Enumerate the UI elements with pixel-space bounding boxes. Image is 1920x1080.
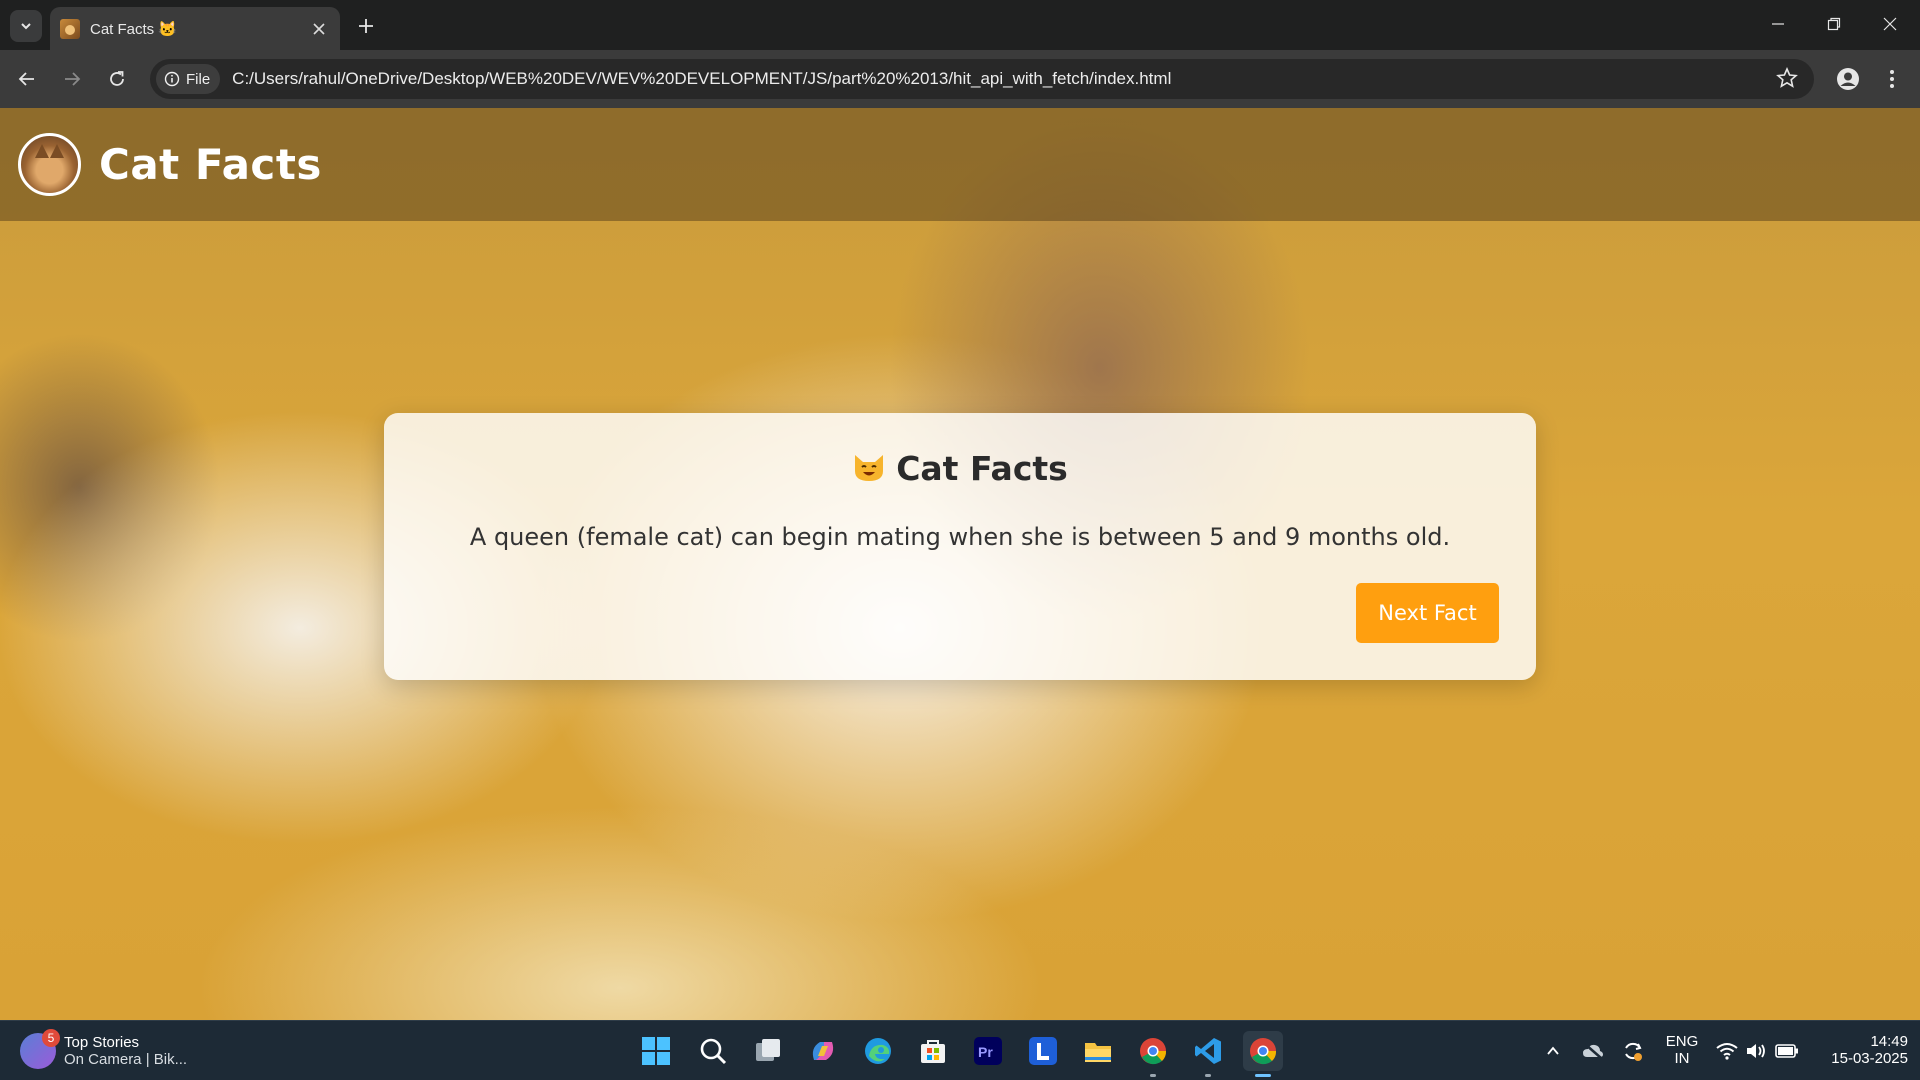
tab-title: Cat Facts 🐱 [90, 20, 178, 38]
tab-search-button[interactable] [10, 10, 42, 42]
windows-logo-icon [642, 1037, 670, 1065]
tab-strip: Cat Facts 🐱 [0, 0, 1920, 50]
close-window-button[interactable] [1870, 8, 1910, 40]
onedrive-tray-button[interactable] [1581, 1039, 1605, 1063]
site-header: Cat Facts [0, 108, 1920, 221]
star-icon [1776, 66, 1798, 88]
card-heading-text: Cat Facts [896, 449, 1068, 488]
tab-favicon-icon [60, 18, 80, 39]
site-info-chip[interactable]: File [156, 64, 221, 94]
forward-button[interactable] [56, 63, 88, 95]
svg-text:Pr: Pr [978, 1044, 993, 1060]
show-hidden-icons-button[interactable] [1541, 1039, 1565, 1063]
cloud-off-icon [1583, 1043, 1603, 1059]
restore-icon [1827, 17, 1841, 31]
store-icon [921, 1040, 945, 1063]
l-app-button[interactable] [1023, 1031, 1063, 1071]
news-widget[interactable]: 5 Top Stories On Camera | Bik... [20, 1027, 187, 1075]
back-button[interactable] [11, 63, 43, 95]
battery-tray-button[interactable] [1775, 1039, 1799, 1063]
taskbar: 5 Top Stories On Camera | Bik... Pr ENG … [0, 1020, 1920, 1080]
fact-text: A queen (female cat) can begin mating wh… [469, 523, 1451, 551]
browser-menu-button[interactable] [1880, 63, 1904, 95]
speaker-icon [1747, 1044, 1765, 1058]
taskbar-search-button[interactable] [693, 1031, 733, 1071]
site-title: Cat Facts [99, 140, 322, 189]
premiere-pro-icon: Pr [974, 1037, 1002, 1065]
widgets-icon: 5 [20, 1029, 60, 1069]
copilot-icon [812, 1042, 834, 1060]
widget-title: Top Stories [64, 1034, 140, 1051]
address-bar[interactable]: File C:/Users/rahul/OneDrive/Desktop/WEB… [150, 59, 1814, 99]
search-icon [700, 1038, 727, 1065]
chrome-icon [1140, 1038, 1167, 1065]
edge-button[interactable] [858, 1031, 898, 1071]
cat-logo-image [18, 133, 81, 196]
more-vertical-icon [1890, 70, 1894, 88]
premiere-pro-button[interactable]: Pr [968, 1031, 1008, 1071]
l-app-icon [1029, 1037, 1057, 1065]
language-line2: IN [1674, 1050, 1690, 1067]
chevron-up-icon [1547, 1046, 1559, 1055]
file-chip-label: File [186, 70, 211, 88]
sync-tray-button[interactable] [1621, 1039, 1645, 1063]
profile-button[interactable] [1832, 63, 1864, 95]
chrome-button[interactable] [1243, 1031, 1283, 1077]
chrome-icon [1250, 1038, 1277, 1065]
restore-button[interactable] [1814, 8, 1854, 40]
page-viewport: Cat Facts Cat Facts A queen (female cat)… [0, 108, 1920, 1020]
back-arrow-icon [18, 72, 34, 86]
task-view-button[interactable] [748, 1031, 788, 1071]
profile-icon [1837, 68, 1859, 90]
clock-date: 15-03-2025 [1831, 1050, 1908, 1067]
wifi-tray-button[interactable] [1715, 1039, 1739, 1063]
widget-badge: 5 [42, 1029, 60, 1047]
close-icon [1883, 17, 1897, 31]
copilot-button[interactable] [803, 1031, 843, 1071]
reload-icon [110, 71, 124, 86]
wifi-icon [1716, 1043, 1738, 1060]
sync-icon [1625, 1042, 1642, 1061]
minimize-icon [1772, 23, 1784, 25]
info-icon [164, 71, 180, 87]
cat-face-icon [855, 455, 884, 481]
vscode-icon [1195, 1038, 1221, 1064]
clock[interactable]: 14:49 15-03-2025 [1812, 1033, 1908, 1067]
reload-button[interactable] [101, 63, 133, 95]
tab-close-button[interactable] [308, 18, 330, 40]
language-indicator[interactable]: ENG IN [1662, 1033, 1702, 1067]
folder-icon [1085, 1043, 1111, 1062]
start-button[interactable] [636, 1031, 676, 1071]
next-fact-button[interactable]: Next Fact [1356, 583, 1499, 643]
browser-toolbar: File C:/Users/rahul/OneDrive/Desktop/WEB… [0, 50, 1920, 108]
browser-tab[interactable]: Cat Facts 🐱 [50, 7, 340, 50]
widget-subtitle: On Camera | Bik... [64, 1051, 188, 1068]
battery-icon [1775, 1044, 1798, 1058]
file-explorer-button[interactable] [1078, 1031, 1118, 1071]
fact-card: Cat Facts A queen (female cat) can begin… [384, 413, 1536, 680]
vscode-button[interactable] [1188, 1031, 1228, 1077]
task-view-icon [756, 1039, 780, 1061]
plus-icon [359, 19, 373, 33]
store-button[interactable] [913, 1031, 953, 1071]
clock-time: 14:49 [1870, 1033, 1908, 1050]
minimize-button[interactable] [1758, 8, 1798, 40]
new-tab-button[interactable] [352, 12, 380, 40]
close-icon [313, 22, 325, 35]
card-heading: Cat Facts [384, 449, 1536, 488]
url-text: C:/Users/rahul/OneDrive/Desktop/WEB%20DE… [232, 69, 1172, 88]
language-line1: ENG [1665, 1033, 1699, 1050]
forward-arrow-icon [65, 72, 81, 86]
edge-browser-icon [865, 1038, 891, 1064]
volume-tray-button[interactable] [1744, 1039, 1768, 1063]
bookmark-button[interactable] [1776, 66, 1800, 91]
chrome-profile-button[interactable] [1133, 1031, 1173, 1077]
chevron-down-icon [21, 23, 31, 30]
